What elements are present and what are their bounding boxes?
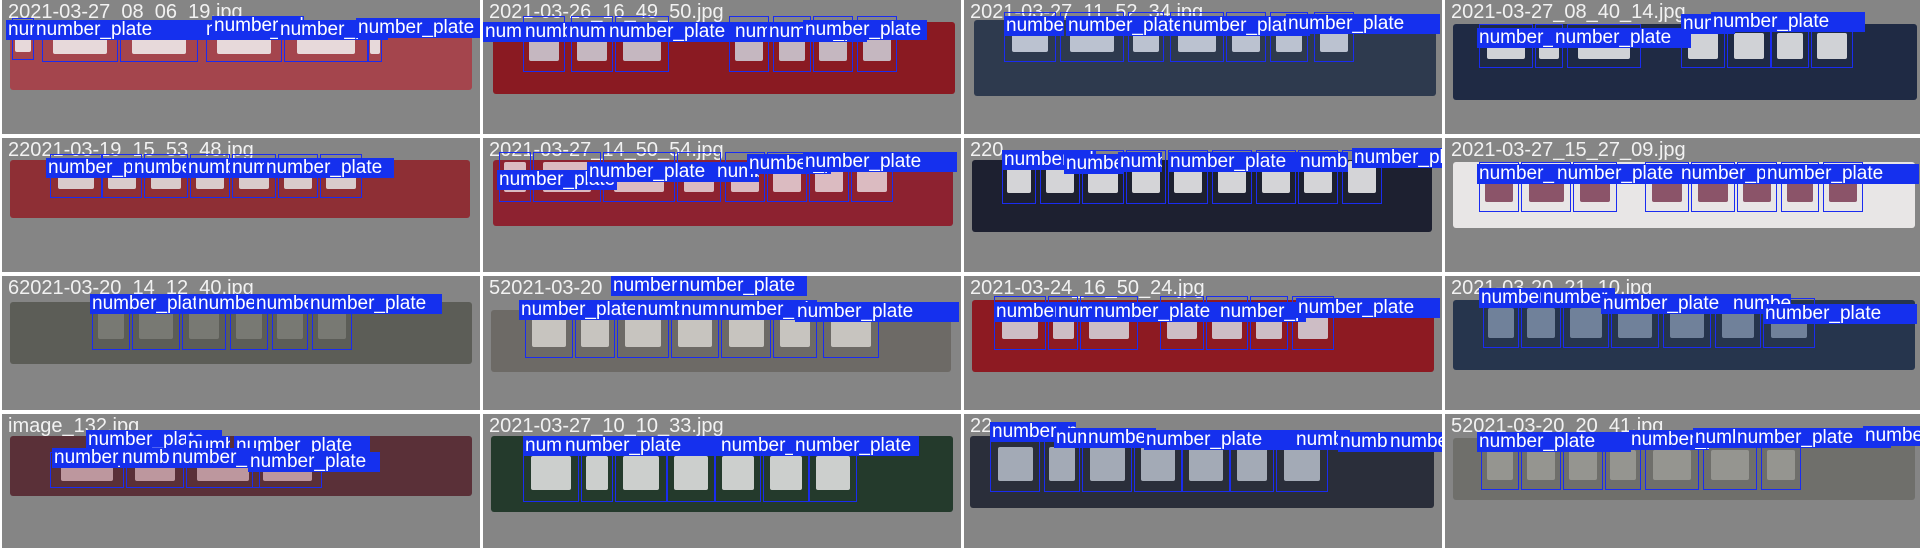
image-filename: 2021-03-27_10_10_33.jpg (489, 415, 724, 437)
class-label: number_plate (563, 436, 719, 456)
class-label: number_plate (1144, 430, 1302, 450)
image-filename: 220 (970, 139, 1004, 161)
class-label: number_plate (1763, 304, 1917, 324)
image-tile: 2021-03-27_14_50_54.jpg number_plate numbe… (483, 138, 961, 272)
image-filename: 22 (970, 415, 993, 437)
class-label: number_plate (34, 20, 208, 40)
image-filename: 2021-03-27_15_27_09.jpg (1451, 139, 1686, 161)
class-label: number_plate (264, 158, 394, 178)
image-tile: 2021-03-27_10_10_33.jpgnumber_platenumbe… (483, 414, 961, 548)
class-label: number_plate (1477, 28, 1565, 48)
image-tile: 22021-03-19_15_53_48.jpg number_plate numb… (2, 138, 480, 272)
class-label: number_plate (1555, 164, 1689, 184)
class-label: number_plate (1218, 302, 1306, 322)
image-filename: 52021-03-20 (489, 277, 603, 299)
image-tile: 2021-03-27_15_27_09.jpgnumber_platenumbe… (1445, 138, 1920, 272)
image-tile: 220number_platenumber_platenumber_platen… (964, 138, 1442, 272)
class-label: number_plate (1064, 154, 1124, 174)
class-label: number_plate (677, 276, 807, 296)
class-label: number_plate (1711, 12, 1865, 32)
image-tile: 2021-03-20_21_10.jpgnumber_platenumber_p… (1445, 276, 1920, 410)
image-tile: 62021-03-20_14_12_40.jpg number_plate numb… (2, 276, 480, 410)
image-tile: 2021-03-27_11_52_34.jpgnumber_platenumbe… (964, 0, 1442, 134)
image-tile: 52021-03-20_20_41.jpgnumber_platenumber_… (1445, 414, 1920, 548)
class-label: number_plate (587, 162, 723, 182)
class-label: number_plate (1477, 432, 1631, 452)
class-label: number_plate (254, 294, 314, 314)
class-label: number_plate (1765, 164, 1919, 184)
class-label: number_plate (1296, 298, 1440, 318)
image-tile: 2021-03-24_16_50_24.jpgnumber_platenumbe… (964, 276, 1442, 410)
class-label: number_plate (1553, 28, 1691, 48)
detection-mosaic: 2021-03-27_08_06_19.jpgnumber_platenumbe… (0, 0, 1920, 552)
image-tile: 22number_platenumber_platenumber_platenu… (964, 414, 1442, 548)
class-label: number_plate (1352, 148, 1442, 168)
class-label: number_plate (1388, 432, 1442, 452)
class-label: number_plate (356, 18, 480, 38)
class-label: number_plate (248, 452, 380, 472)
class-label: number_plate (803, 152, 957, 172)
class-label: number_plate (308, 294, 442, 314)
class-label: number_plate (1477, 164, 1563, 184)
class-label: number_plate (793, 436, 919, 456)
class-label: number_plate (1693, 428, 1741, 448)
class-label: number_plate (719, 436, 797, 456)
image-tile: 2021-03-27_08_40_14.jpgnumber_platenumbe… (1445, 0, 1920, 134)
class-label: number_plate (1286, 14, 1440, 34)
class-label: number_plate (170, 448, 256, 468)
class-label: number_plate (1679, 164, 1767, 184)
image-tile: 2021-03-26_16_49_50.jpgnumber_platenumbe… (483, 0, 961, 134)
class-label: number_plate (607, 22, 735, 42)
image-tile: 2021-03-27_08_06_19.jpgnumber_platenumbe… (2, 0, 480, 134)
class-label: number_plate (803, 20, 927, 40)
image-filename: 2021-03-27_08_40_14.jpg (1451, 1, 1686, 23)
class-label: number_plate (1863, 426, 1920, 446)
class-label: number_plate (1004, 16, 1064, 36)
image-tile: image_132.jpgnumber_platenumber_platenum… (2, 414, 480, 548)
image-tile: 52021-03-20number_platenumber_platenumbe… (483, 276, 961, 410)
class-label: number_plate (795, 302, 959, 322)
class-label: number_plate (1118, 152, 1162, 172)
class-label: number_plate (1601, 294, 1739, 314)
class-label: number_plate (1298, 152, 1348, 172)
bounding-box (990, 436, 1040, 492)
